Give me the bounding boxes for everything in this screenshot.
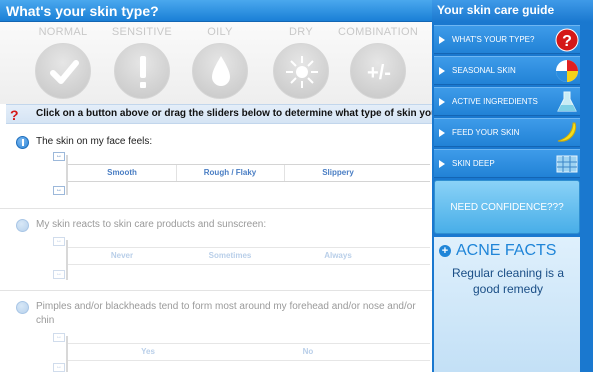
skin-type-buttons: NORMAL SENSITIVE OILY DRY COMBINATION +/… — [0, 22, 432, 104]
svg-text:?: ? — [562, 33, 572, 50]
combination-button[interactable]: +/- — [350, 43, 406, 99]
guide-item-label: SEASONAL SKIN — [452, 66, 516, 75]
slider-1-option-smooth[interactable]: Smooth — [68, 168, 176, 177]
skin-type-combination-label: COMBINATION — [338, 26, 419, 38]
slider-3-option-no[interactable]: No — [228, 347, 388, 356]
question-3-text: Pimples and/or blackheads tend to form m… — [36, 301, 416, 326]
slider-3-option-yes[interactable]: Yes — [68, 347, 228, 356]
arrow-right-icon — [439, 98, 445, 106]
acne-facts-body: Regular cleaning is a good remedy — [451, 266, 565, 296]
acne-facts-heading: ACNE FACTS — [456, 242, 557, 259]
sensitive-button[interactable] — [114, 43, 170, 99]
question-separator — [0, 290, 432, 291]
guide-item-skin-deep[interactable]: SKIN DEEP — [434, 149, 580, 178]
droplet-icon — [212, 56, 230, 86]
guide-item-seasonal-skin[interactable]: SEASONAL SKIN — [434, 56, 580, 85]
guide-item-label: ACTIVE INGREDIENTS — [452, 97, 538, 106]
question-3-bullet[interactable] — [16, 301, 29, 314]
svg-text:+/-: +/- — [367, 62, 391, 84]
skin-type-normal-label: NORMAL — [38, 26, 88, 38]
checkmark-icon — [50, 60, 79, 84]
slider-2-bottom-handle[interactable]: ↔ — [53, 270, 65, 279]
guide-item-whats-your-type[interactable]: WHAT'S YOUR TYPE? ? — [434, 25, 580, 54]
need-confidence-label: NEED CONFIDENCE??? — [450, 202, 564, 213]
skin-type-dry: DRY — [261, 26, 341, 99]
question-1-bullet — [16, 136, 29, 149]
sun-icon — [286, 56, 318, 88]
panel-header: What's your skin type? — [0, 0, 432, 22]
slider-2-options: Never Sometimes Always — [68, 247, 430, 265]
flask-icon — [557, 91, 577, 112]
slider-2-option-sometimes[interactable]: Sometimes — [176, 251, 284, 260]
slider-2-top-handle[interactable]: ↔ — [53, 237, 65, 246]
acne-facts-panel: + ACNE FACTS Regular cleaning is a good … — [434, 237, 580, 372]
beach-ball-icon — [556, 60, 578, 82]
guide-item-label: SKIN DEEP — [452, 159, 495, 168]
skin-type-sensitive-label: SENSITIVE — [111, 26, 173, 38]
slider-1-option-rough[interactable]: Rough / Flaky — [176, 168, 284, 177]
guide-title: Your skin care guide — [437, 3, 555, 17]
plus-minus-icon: +/- — [367, 62, 391, 84]
slider-1-top-handle[interactable]: ↔ — [53, 152, 65, 161]
slider-2-option-never[interactable]: Never — [68, 251, 176, 260]
skin-type-dry-label: DRY — [289, 26, 313, 38]
help-bar: ? Click on a button above or drag the sl… — [6, 104, 466, 124]
slider-3-top-handle[interactable]: ↔ — [53, 333, 65, 342]
arrow-right-icon — [439, 36, 445, 44]
guide-item-label: WHAT'S YOUR TYPE? — [452, 35, 535, 44]
slider-1-option-slippery[interactable]: Slippery — [284, 168, 392, 177]
guide-item-active-ingredients[interactable]: ACTIVE INGREDIENTS — [434, 87, 580, 116]
arrow-right-icon — [439, 67, 445, 75]
question-2-text: My skin reacts to skin care products and… — [36, 219, 267, 230]
normal-button[interactable] — [35, 43, 91, 99]
guide-item-label: FEED YOUR SKIN — [452, 128, 520, 137]
question-mark-icon: ? — [10, 107, 19, 123]
arrow-right-icon — [439, 129, 445, 137]
slider-2-option-always[interactable]: Always — [284, 251, 392, 260]
guide-header: Your skin care guide — [432, 0, 593, 22]
arrow-right-icon — [439, 160, 445, 168]
question-separator — [0, 208, 432, 209]
panel-title: What's your skin type? — [6, 3, 159, 19]
guide-item-feed-your-skin[interactable]: FEED YOUR SKIN — [434, 118, 580, 147]
oily-button[interactable] — [192, 43, 248, 99]
slider-3-options: Yes No — [68, 343, 430, 361]
help-text: Click on a button above or drag the slid… — [36, 108, 466, 119]
skin-type-panel: What's your skin type? NORMAL SENSITIVE … — [0, 0, 466, 372]
skin-type-sensitive: SENSITIVE — [102, 26, 182, 99]
skin-type-normal: NORMAL — [23, 26, 103, 99]
slider-1-bottom-handle[interactable]: ↔ — [53, 186, 65, 195]
plus-icon[interactable]: + — [439, 245, 451, 257]
skin-type-oily: OILY — [180, 26, 260, 99]
skin-cells-icon — [556, 155, 578, 173]
skin-type-combination: COMBINATION +/- — [338, 26, 418, 99]
skin-type-oily-label: OILY — [207, 26, 233, 38]
slider-1-options: Smooth Rough / Flaky Slippery — [68, 164, 430, 182]
question-mark-icon: ? — [555, 28, 579, 52]
question-2-bullet[interactable] — [16, 219, 29, 232]
slider-3-bottom-handle[interactable]: ↔ — [53, 363, 65, 372]
banana-icon — [557, 122, 577, 142]
dry-button[interactable] — [273, 43, 329, 99]
exclamation-icon — [140, 56, 146, 88]
need-confidence-banner[interactable]: NEED CONFIDENCE??? — [434, 180, 580, 234]
question-1-text: The skin on my face feels: — [36, 136, 153, 147]
skin-care-guide: Your skin care guide WHAT'S YOUR TYPE? ?… — [432, 0, 593, 372]
